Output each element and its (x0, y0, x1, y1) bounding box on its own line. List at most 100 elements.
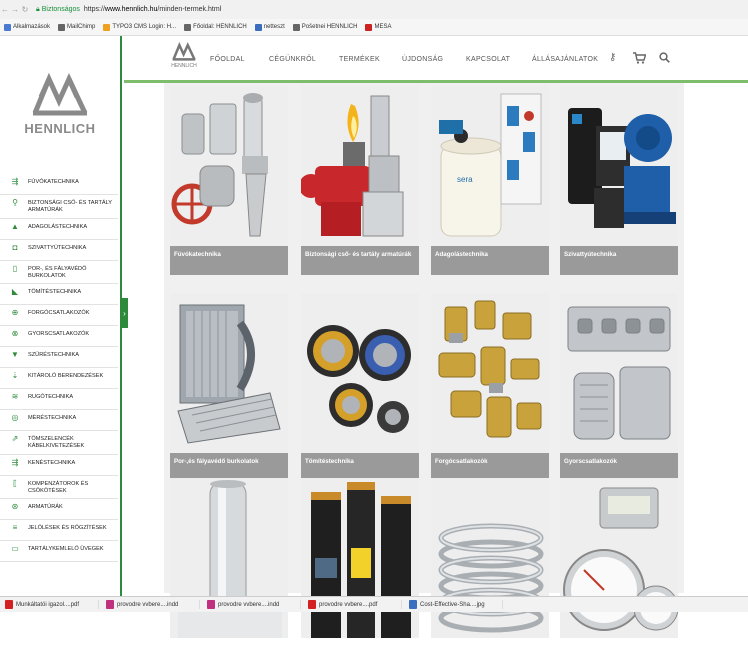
search-icon[interactable] (659, 52, 670, 66)
sidebar-item[interactable]: ⊛ ARMATÚRÁK (0, 499, 118, 521)
bookmark-icon (4, 23, 11, 31)
product-card[interactable]: Por-,és fályavédő burkolatok (170, 293, 288, 482)
sidebar-item[interactable]: ⇗ TÖMSZELENCÉK KÁBELKIVETEZÉSEK (0, 431, 118, 455)
product-image[interactable] (170, 293, 288, 453)
product-card[interactable] (560, 478, 678, 658)
sidebar-item[interactable]: ▼ SZŰRÉSTECHNIKA (0, 347, 118, 369)
download-item[interactable]: provodre vvbere....pdf (305, 600, 402, 609)
bookmark-icon (254, 23, 262, 31)
site-header: HENNLICH FŐOLDAL CÉGÜNKRŐL TERMÉKEK ÚJDONSÁ… (124, 36, 748, 82)
product-card[interactable]: Gyorscsatlakozók (560, 293, 678, 482)
bookmark-item[interactable]: Pošetnei HENNLICH (292, 23, 357, 31)
sidebar-item[interactable]: ⊗ GYORSCSATLAKOZÓK (0, 326, 118, 348)
sidebar-item[interactable]: ⊕ FORGÓCSATLAKOZÓK (0, 305, 118, 327)
download-label: Munkáltatói igazol....pdf (16, 601, 80, 608)
product-card[interactable]: Tömítéstechnika (301, 293, 419, 482)
sidebar-item[interactable]: ◎ MÉRÉSTECHNIKA (0, 410, 118, 432)
product-card[interactable] (170, 478, 288, 658)
secure-indicator[interactable]: 🔒︎ Biztonságos (36, 6, 80, 14)
sidebar-item-label: SZIVATTYÚTECHNIKA (28, 244, 87, 251)
sidebar-item[interactable]: ⟦ KOMPENZÁTOROK ÉS CSŐKÖTÉSEK (0, 476, 118, 500)
bookmark-item[interactable]: Alkalmazások (4, 23, 51, 31)
sidebar-item[interactable]: ≋ RUGÓTECHNIKA (0, 389, 118, 411)
product-card[interactable]: Fúvókatechnika (170, 86, 288, 275)
sidebar-item-label: MÉRÉSTECHNIKA (28, 415, 77, 422)
bookmark-icon (184, 23, 192, 31)
sidebar-toggle-button[interactable]: › (121, 298, 128, 328)
product-card[interactable]: Szivattyútechnika (560, 86, 678, 275)
product-card[interactable]: Biztonsági cső- és tartály armatúrák (301, 86, 419, 275)
product-image[interactable] (301, 86, 419, 246)
forward-arrow-icon[interactable]: → (10, 5, 20, 14)
pump-icon: ◘ (12, 242, 18, 252)
download-item[interactable]: provodre vvbere....indd (103, 600, 200, 609)
product-image[interactable]: sera (431, 86, 549, 246)
bookmarks-bar: Alkalmazások MailChimp TYPO3 CMS Login: H.… (0, 19, 748, 36)
product-caption[interactable]: Fúvókatechnika (170, 246, 288, 275)
product-card[interactable] (431, 478, 549, 658)
sidebar-logo[interactable]: HENNLICH (0, 36, 120, 166)
cart-icon[interactable] (633, 52, 647, 67)
product-caption[interactable]: Biztonsági cső- és tartály armatúrák (301, 246, 419, 275)
download-item[interactable]: provodre vvbere....indd (204, 600, 301, 609)
sidebar-item-label: SZŰRÉSTECHNIKA (28, 352, 79, 359)
product-image[interactable] (560, 86, 678, 246)
download-item[interactable]: Munkáltatói igazol....pdf (2, 600, 99, 609)
bookmark-item[interactable]: MailChimp (58, 23, 95, 31)
file-icon (106, 600, 114, 609)
secure-label: Biztonságos (41, 6, 80, 13)
sidebar-item[interactable]: ▯ POR-, ÉS FÁLYAVÉDŐ BURKOLATOK (0, 261, 118, 285)
sidebar-item[interactable]: ▲ ADAGOLÁSTECHNIKA (0, 219, 118, 240)
product-card[interactable]: Forgócsatlakozók (431, 293, 549, 482)
bookmark-label: TYPO3 CMS Login: H... (112, 24, 177, 30)
key-icon[interactable]: ⚷ (609, 52, 616, 63)
sidebar-item-label: ARMATÚRÁK (28, 504, 63, 511)
product-image[interactable] (170, 86, 288, 246)
product-image[interactable] (301, 293, 419, 453)
sidebar-item[interactable]: ≡ JELÖLÉSEK ÉS RÖGZÍTÉSEK (0, 520, 118, 542)
product-image[interactable] (431, 478, 549, 638)
product-card[interactable]: sera Adagolástechnika (431, 86, 549, 275)
sidebar-item[interactable]: ⇣ KITÁROLÓ BERENDEZÉSEK (0, 368, 118, 390)
product-image[interactable] (170, 478, 288, 638)
compensator-icon: ⟦ (13, 478, 17, 488)
header-logo[interactable]: HENNLICH (168, 40, 200, 69)
file-icon (409, 600, 417, 609)
product-card[interactable] (301, 478, 419, 658)
bookmark-item[interactable]: MESA (365, 23, 391, 31)
bookmark-item[interactable]: TYPO3 CMS Login: H... (103, 23, 177, 31)
file-icon (308, 600, 316, 609)
nav-cegunkrol[interactable]: CÉGÜNKRŐL (269, 56, 316, 63)
product-caption[interactable]: Adagolástechnika (431, 246, 549, 275)
reload-icon[interactable]: ↻ (20, 5, 30, 14)
nav-fooldal[interactable]: FŐOLDAL (210, 56, 245, 63)
sidebar-item[interactable]: ◣ TÖMÍTÉSTECHNIKA (0, 284, 118, 306)
back-arrow-icon[interactable]: ← (0, 5, 10, 14)
sidebar-item-label: KOMPENZÁTOROK ÉS CSŐKÖTÉSEK (28, 480, 89, 494)
product-caption[interactable]: Szivattyútechnika (560, 246, 678, 275)
nav-allasajanlatok[interactable]: ÁLLÁSAJÁNLATOK (532, 56, 598, 63)
url-field[interactable]: https://www.hennlich.hu/minden-termek.ht… (84, 6, 221, 13)
download-label: provodre vvbere....indd (218, 601, 280, 608)
product-image[interactable] (560, 478, 678, 638)
filter-icon: ▼ (11, 350, 19, 360)
sidebar-item[interactable]: ⇶ FÚVÓKATECHNIKA (0, 174, 118, 195)
sidebar-item[interactable]: ⚲ BIZTONSÁGI CSŐ- ÉS TARTÁLY ARMATÚRÁK (0, 195, 118, 219)
product-image[interactable] (301, 478, 419, 638)
product-image[interactable] (431, 293, 549, 453)
sidebar-item[interactable]: ▭ TARTÁLYKEMLELŐ ÜVEGEK (0, 541, 118, 563)
nav-termekek[interactable]: TERMÉKEK (339, 56, 380, 63)
bookmark-label: Alkalmazások (13, 24, 51, 30)
bookmark-item[interactable]: netteszt (254, 23, 285, 31)
nav-ujdonsag[interactable]: ÚJDONSÁG (402, 56, 443, 63)
sidebar-item-label: TÖMSZELENCÉK KÁBELKIVETEZÉSEK (28, 436, 85, 450)
bookmark-item[interactable]: Főoldal: HENNLICH (184, 23, 247, 31)
sidebar-item[interactable]: ⇶ KENÉSTECHNIKA (0, 455, 118, 476)
nav-kapcsolat[interactable]: KAPCSOLAT (466, 56, 510, 63)
download-item[interactable]: Cost-Effective-Sha....jpg (406, 600, 503, 609)
product-image[interactable] (560, 293, 678, 453)
valve-icon: ⚲ (12, 198, 18, 207)
sidebar-item[interactable]: ◘ SZIVATTYÚTECHNIKA (0, 240, 118, 261)
svg-text:sera: sera (457, 175, 473, 184)
sidebar-item-label: ADAGOLÁSTECHNIKA (28, 223, 88, 230)
